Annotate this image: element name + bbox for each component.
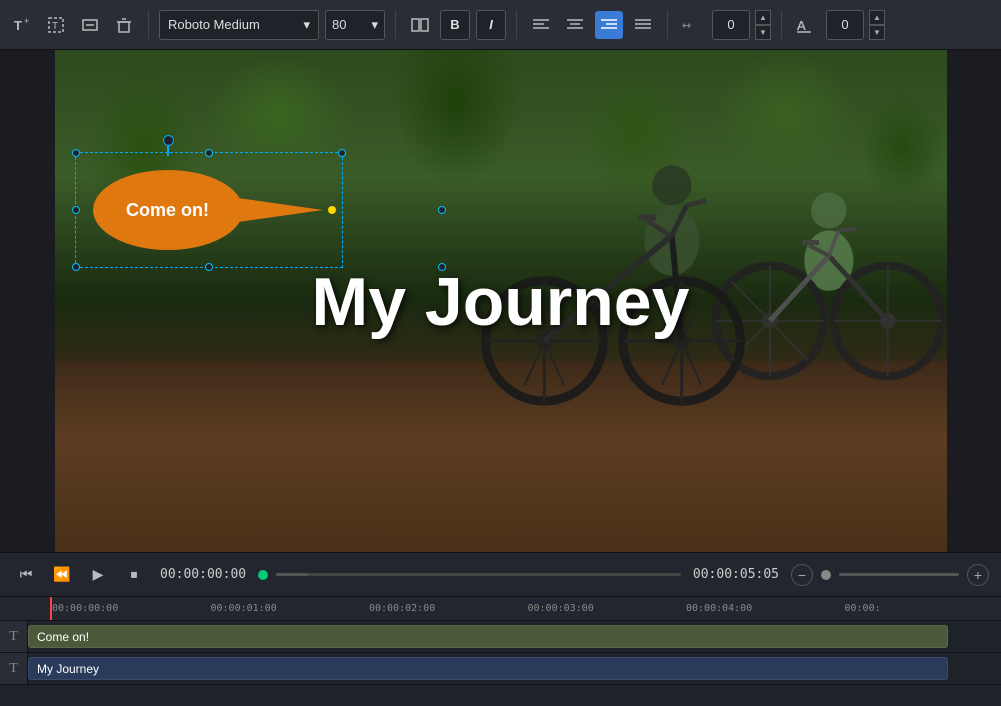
- ruler-mark-4: 00:00:04:00: [684, 603, 843, 614]
- timeline-tracks: T Come on! T My Journey: [0, 621, 1001, 706]
- svg-text:+: +: [24, 16, 29, 26]
- separator-1: [148, 11, 149, 39]
- play-button[interactable]: ▶: [84, 561, 112, 589]
- video-canvas[interactable]: My Journey Come on!: [55, 50, 947, 552]
- zoom-out-button[interactable]: −: [791, 564, 813, 586]
- letter-spacing-icon: ⇿: [678, 11, 706, 39]
- ruler-mark-2: 00:00:02:00: [367, 603, 526, 614]
- align-center-button[interactable]: [561, 11, 589, 39]
- track-row-come-on[interactable]: T Come on!: [0, 621, 1001, 653]
- separator-2: [395, 11, 396, 39]
- fit-text-button[interactable]: [76, 11, 104, 39]
- ruler-marks: 00:00:00:00 00:00:01:00 00:00:02:00 00:0…: [0, 603, 1001, 614]
- separator-5: [781, 11, 782, 39]
- track-row-my-journey[interactable]: T My Journey: [0, 653, 1001, 685]
- ruler-mark-0: 00:00:00:00: [50, 603, 209, 614]
- spacing-down[interactable]: ▼: [755, 25, 771, 40]
- total-time: 00:00:05:05: [693, 567, 779, 582]
- callout-bubble[interactable]: Come on!: [93, 170, 243, 250]
- stop-button[interactable]: ⏹: [120, 561, 148, 589]
- callout-shape[interactable]: Come on!: [93, 170, 243, 250]
- volume-track[interactable]: [839, 573, 959, 576]
- progress-track[interactable]: [276, 573, 681, 576]
- clip-come-on[interactable]: Come on!: [28, 625, 948, 648]
- timeline: 00:00:00:00 00:00:01:00 00:00:02:00 00:0…: [0, 596, 1001, 706]
- journey-title: My Journey: [312, 263, 690, 341]
- text-columns-icon[interactable]: [406, 11, 434, 39]
- outline-down[interactable]: ▼: [869, 25, 885, 40]
- track-content-my-journey[interactable]: My Journey: [28, 653, 1001, 684]
- track-icon-my-journey: T: [0, 653, 28, 684]
- add-text-button[interactable]: T +: [8, 11, 36, 39]
- progress-fill: [276, 573, 308, 576]
- callout-pointer-tip: [328, 206, 336, 214]
- volume-indicator: [821, 570, 831, 580]
- svg-text:T: T: [52, 21, 58, 32]
- separator-3: [516, 11, 517, 39]
- track-icon-come-on: T: [0, 621, 28, 652]
- spacing-up[interactable]: ▲: [755, 10, 771, 25]
- outline-icon: A: [792, 11, 820, 39]
- current-time: 00:00:00:00: [160, 567, 246, 582]
- svg-text:⇿: ⇿: [682, 20, 691, 32]
- timeline-ruler: 00:00:00:00 00:00:01:00 00:00:02:00 00:0…: [0, 597, 1001, 621]
- rotate-handle[interactable]: [167, 140, 169, 156]
- outline-stepper[interactable]: ▲ ▼: [869, 10, 885, 40]
- svg-text:A: A: [797, 18, 806, 33]
- ruler-mark-3: 00:00:03:00: [526, 603, 685, 614]
- playhead-line: [50, 597, 52, 620]
- outline-up[interactable]: ▲: [869, 10, 885, 25]
- letter-spacing-value[interactable]: 0: [712, 10, 750, 40]
- canvas-area: My Journey Come on!: [0, 50, 1001, 552]
- letter-spacing-stepper[interactable]: ▲ ▼: [755, 10, 771, 40]
- toolbar: T + T Roboto Medium ▾ 80 ▾: [0, 0, 1001, 50]
- step-back-button[interactable]: ⏪: [48, 561, 76, 589]
- callout-pointer: [238, 198, 323, 222]
- align-right-button[interactable]: [595, 11, 623, 39]
- playhead-dot[interactable]: [258, 570, 268, 580]
- font-size-selector[interactable]: 80 ▾: [325, 10, 385, 40]
- skip-back-button[interactable]: ⏮: [12, 561, 40, 589]
- bold-button[interactable]: B: [440, 10, 470, 40]
- ruler-mark-5: 00:00:: [843, 603, 1001, 614]
- track-content-come-on[interactable]: Come on!: [28, 621, 1001, 652]
- callout-wrapper[interactable]: Come on!: [93, 170, 243, 250]
- svg-text:T: T: [14, 18, 22, 33]
- italic-button[interactable]: I: [476, 10, 506, 40]
- justify-button[interactable]: [629, 11, 657, 39]
- outline-value[interactable]: 0: [826, 10, 864, 40]
- ruler-mark-1: 00:00:01:00: [209, 603, 368, 614]
- font-selector[interactable]: Roboto Medium ▾: [159, 10, 319, 40]
- playback-bar: ⏮ ⏪ ▶ ⏹ 00:00:00:00 00:00:05:05 − +: [0, 552, 1001, 596]
- align-left-button[interactable]: [527, 11, 555, 39]
- delete-button[interactable]: [110, 11, 138, 39]
- clip-my-journey[interactable]: My Journey: [28, 657, 948, 680]
- transform-text-button[interactable]: T: [42, 11, 70, 39]
- separator-4: [667, 11, 668, 39]
- zoom-in-button[interactable]: +: [967, 564, 989, 586]
